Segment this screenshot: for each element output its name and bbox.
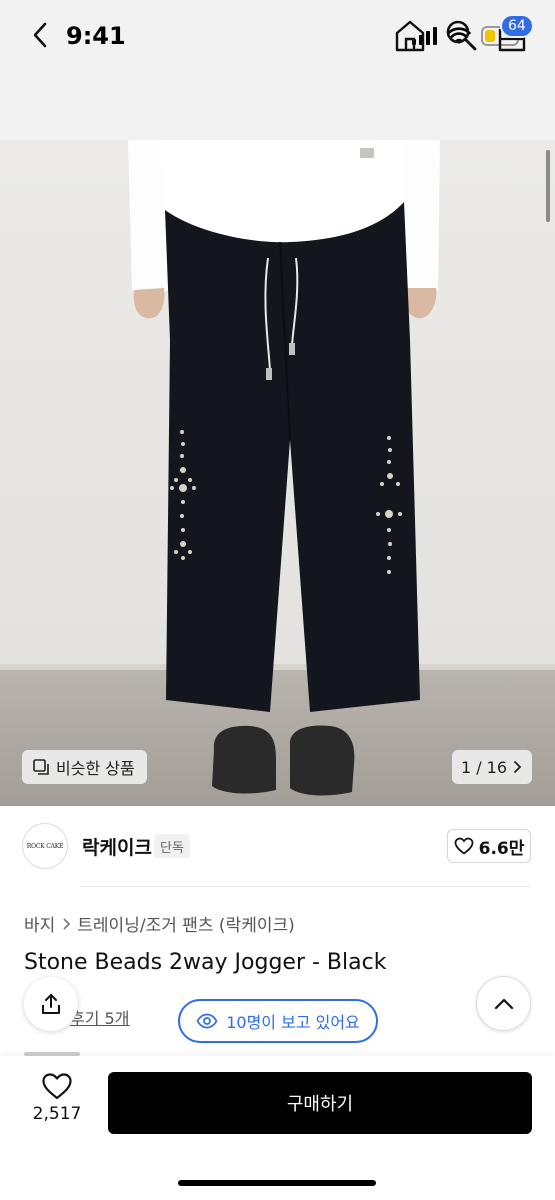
share-icon (42, 994, 60, 1014)
chevron-right-icon (514, 761, 522, 773)
search-icon[interactable] (444, 18, 478, 52)
brand-like-button[interactable]: 6.6만 (447, 829, 531, 863)
status-time: 9:41 (66, 22, 126, 50)
divider (80, 886, 531, 887)
chevron-left-icon[interactable] (24, 18, 58, 52)
brand-logo-text: ROCK CAKE (26, 842, 64, 850)
brand-logo[interactable]: ROCK CAKE (22, 823, 68, 869)
heart-icon (454, 837, 473, 855)
gallery-scrollbar[interactable] (546, 150, 550, 222)
similar-products-label: 비슷한 상품 (56, 759, 135, 778)
scroll-to-top-button[interactable] (476, 976, 531, 1031)
share-button[interactable] (24, 977, 78, 1031)
brand-name[interactable]: 락케이크 (82, 833, 152, 860)
chevron-right-icon (63, 917, 71, 930)
wishlist-button[interactable]: 2,517 (22, 1072, 92, 1134)
eye-icon (196, 1013, 218, 1029)
chevron-up-icon (494, 998, 513, 1009)
home-icon[interactable] (392, 18, 428, 54)
brand-like-count: 6.6만 (478, 838, 525, 859)
image-counter-text: 1 / 16 (460, 757, 508, 777)
breadcrumb: 바지 트레이닝/조거 팬츠 (락케이크) (24, 911, 295, 936)
similar-products-button[interactable]: 비슷한 상품 (22, 750, 147, 784)
cart-count-badge: 64 (500, 14, 534, 38)
product-title: Stone Beads 2way Jogger - Black (24, 950, 387, 975)
breadcrumb-subcategory[interactable]: 트레이닝/조거 팬츠 (락케이크) (77, 911, 294, 936)
viewers-text: 10명이 보고 있어요 (226, 1013, 360, 1032)
exclusive-tag: 단독 (154, 834, 190, 858)
similar-products-icon (33, 759, 49, 775)
product-photo (0, 140, 555, 806)
nav-bar (0, 70, 555, 140)
review-link[interactable]: 후기 5개 (70, 1005, 129, 1029)
buy-button[interactable]: 구매하기 (108, 1072, 532, 1134)
viewers-indicator: 10명이 보고 있어요 (178, 999, 378, 1043)
product-image[interactable] (0, 140, 555, 806)
breadcrumb-category[interactable]: 바지 (24, 911, 55, 936)
wishlist-count: 2,517 (32, 1104, 82, 1124)
home-indicator (178, 1180, 376, 1186)
image-counter-button[interactable]: 1 / 16 (452, 750, 532, 784)
heart-icon (42, 1073, 72, 1100)
